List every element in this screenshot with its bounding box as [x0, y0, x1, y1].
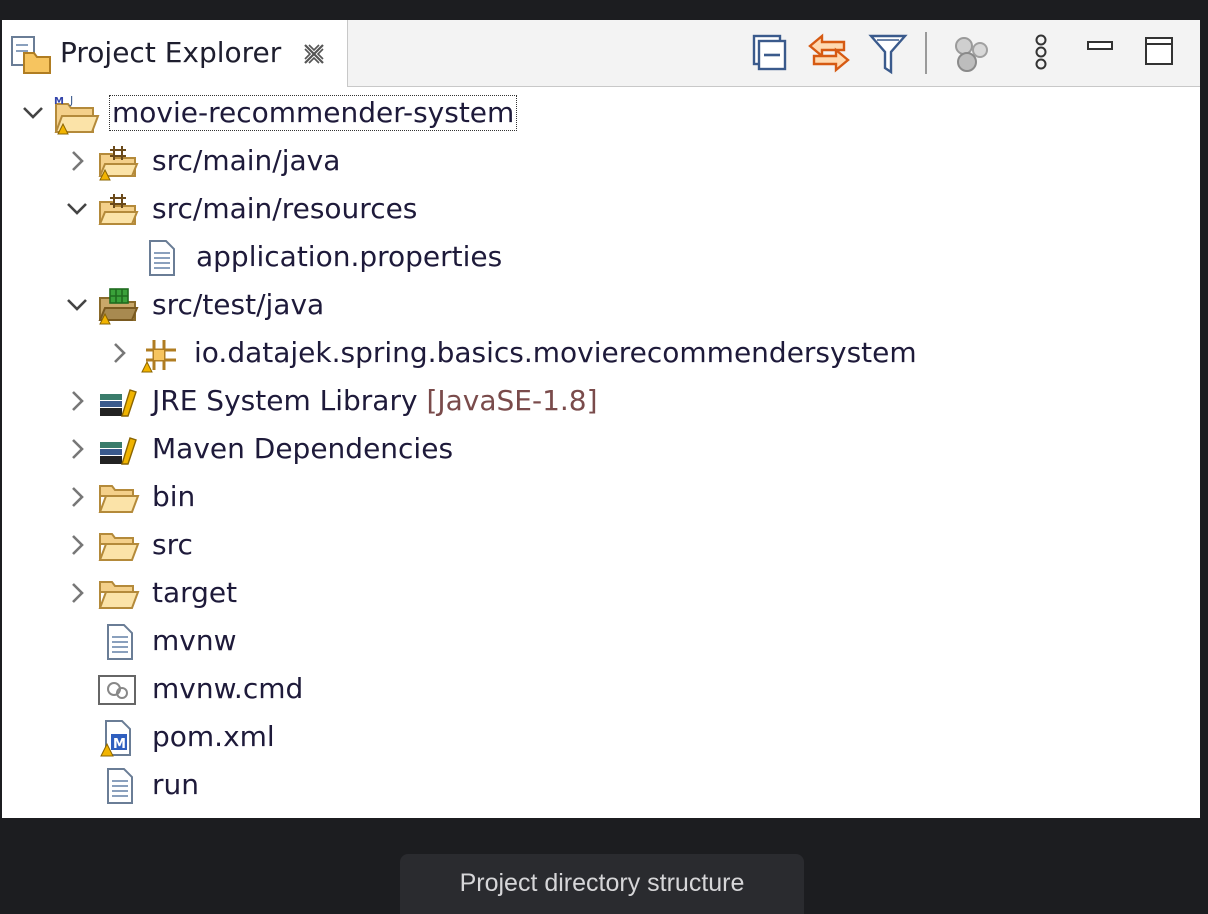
tree-item-jre-library[interactable]: JRE System Library [JavaSE-1.8] [2, 380, 1200, 424]
jre-version-decoration: [JavaSE-1.8] [426, 384, 598, 417]
view-title: Project Explorer [60, 36, 282, 69]
chevron-right-icon[interactable] [64, 484, 90, 510]
tree-item-mvnw-cmd[interactable]: mvnw.cmd [2, 668, 1200, 712]
tree-item-run[interactable]: run [2, 764, 1200, 808]
text-file-icon [100, 622, 140, 662]
folder-icon [96, 574, 140, 614]
tree-item-label: src [152, 528, 193, 561]
library-icon [96, 382, 137, 422]
chevron-right-icon[interactable] [64, 532, 90, 558]
tree-item-label: target [152, 576, 238, 609]
maven-pom-icon: M [98, 718, 138, 758]
project-explorer-tab[interactable]: Project Explorer [2, 20, 348, 87]
chevron-right-icon[interactable] [64, 580, 90, 606]
toolbar-separator [925, 32, 927, 74]
svg-text:M: M [54, 96, 64, 107]
tree-item-root[interactable]: M J movie-recommender-system [2, 92, 1200, 136]
tree-item-test-package[interactable]: io.datajek.spring.basics.movierecommende… [2, 332, 1200, 376]
minimize-icon[interactable] [1084, 32, 1124, 72]
tree-item-bin[interactable]: bin [2, 476, 1200, 520]
source-folder-icon [96, 190, 139, 230]
chevron-down-icon[interactable] [64, 196, 90, 222]
link-with-editor-icon[interactable] [806, 32, 850, 73]
tree-item-src-test-java[interactable]: src/test/java [2, 284, 1200, 328]
image-caption: Project directory structure [400, 854, 804, 914]
chevron-right-icon[interactable] [64, 148, 90, 174]
tree-item-label: Maven Dependencies [152, 432, 454, 465]
tree-item-src-main-java[interactable]: src/main/java [2, 140, 1200, 184]
text-file-icon [100, 766, 140, 806]
folder-icon [96, 478, 140, 518]
tree-item-target[interactable]: target [2, 572, 1200, 616]
tree-item-maven-dependencies[interactable]: Maven Dependencies [2, 428, 1200, 472]
tree-item-label: mvnw [152, 624, 237, 657]
tree-item-label: src/main/resources [152, 192, 418, 225]
script-file-icon [96, 670, 136, 710]
tree-item-label-group: JRE System Library [JavaSE-1.8] [152, 384, 598, 418]
tree-item-src-main-resources[interactable]: src/main/resources [2, 188, 1200, 232]
source-folder-icon [96, 142, 139, 182]
chevron-down-icon[interactable] [20, 100, 46, 126]
folder-icon [96, 526, 140, 566]
package-icon [138, 334, 178, 374]
tree-item-label: src/main/java [152, 144, 341, 177]
svg-text:J: J [69, 94, 73, 107]
filter-icon[interactable] [868, 32, 908, 75]
tree-item-mvnw[interactable]: mvnw [2, 620, 1200, 664]
maximize-icon[interactable] [1142, 32, 1182, 72]
view-menu-icon[interactable] [1026, 32, 1066, 72]
tree-item-label: io.datajek.spring.basics.movierecommende… [194, 336, 917, 369]
tree-item-label: bin [152, 480, 196, 513]
tree-item-label: run [152, 768, 200, 801]
tree-item-label: application.properties [196, 240, 503, 273]
chevron-down-icon[interactable] [64, 292, 90, 318]
tree-item-label: movie-recommender-system [108, 95, 518, 131]
svg-text:M: M [113, 737, 126, 752]
view-header: Project Explorer [2, 20, 1200, 87]
text-file-icon [142, 238, 182, 278]
tree-item-application-properties[interactable]: application.properties [2, 236, 1200, 280]
chevron-right-icon[interactable] [64, 436, 90, 462]
chevron-right-icon[interactable] [106, 340, 132, 366]
tree-item-label: JRE System Library [152, 384, 418, 417]
tree-item-src[interactable]: src [2, 524, 1200, 568]
chevron-right-icon[interactable] [64, 388, 90, 414]
maven-project-icon: M J [52, 94, 100, 135]
tree-item-pom-xml[interactable]: M pom.xml [2, 716, 1200, 760]
close-icon[interactable] [300, 40, 328, 72]
tree-item-label: pom.xml [152, 720, 275, 753]
package-explorer-icon [10, 35, 54, 79]
tree-item-label: mvnw.cmd [152, 672, 304, 705]
working-sets-icon[interactable] [950, 32, 990, 72]
tree-item-label: src/test/java [152, 288, 325, 321]
test-source-folder-icon [96, 286, 139, 326]
library-icon [96, 430, 137, 470]
collapse-all-icon[interactable] [750, 32, 790, 72]
project-explorer-view: Project Explorer M J movie-recommender-s… [2, 20, 1200, 818]
